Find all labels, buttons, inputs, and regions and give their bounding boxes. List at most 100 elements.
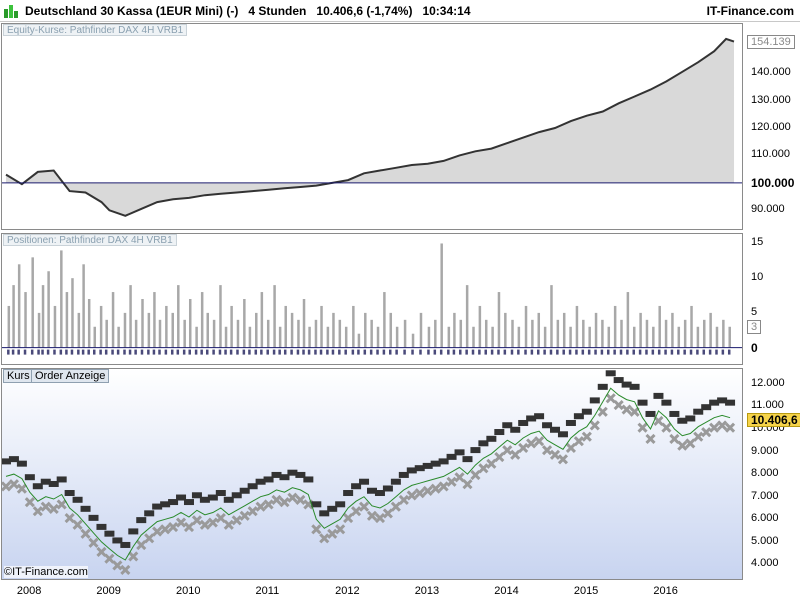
x-tick-label: 2008 (16, 585, 42, 597)
position-marker (721, 349, 725, 355)
position-bar (320, 305, 323, 348)
x-tick-label: 2015 (573, 585, 599, 597)
position-marker (164, 349, 168, 355)
position-bar (696, 326, 700, 348)
position-bar (556, 319, 560, 348)
position-bar (440, 243, 443, 348)
position-marker (581, 349, 585, 355)
position-marker (140, 349, 144, 355)
position-marker (696, 349, 699, 355)
position-marker (111, 349, 114, 355)
entry-marker (343, 490, 354, 497)
positions-title: Positionen: Pathfinder DAX 4H VRB1 (3, 234, 177, 246)
position-bar (12, 285, 15, 348)
position-marker (568, 349, 572, 355)
entry-marker (462, 456, 473, 463)
entry-marker (56, 476, 67, 483)
position-bar (183, 319, 186, 348)
position-marker (254, 349, 258, 355)
position-marker (338, 349, 341, 355)
position-marker (134, 349, 137, 355)
position-marker (689, 349, 693, 355)
position-marker (212, 349, 215, 355)
position-bar (569, 326, 572, 348)
position-marker (344, 349, 347, 355)
entry-marker (128, 528, 139, 535)
tab-kurs[interactable]: Kurs (3, 369, 34, 383)
equity-chart (2, 37, 742, 217)
position-marker (677, 349, 680, 355)
position-bar (427, 326, 431, 348)
price-chart (2, 369, 742, 579)
position-marker (478, 349, 481, 355)
position-bar (129, 285, 132, 348)
position-bar (87, 299, 91, 348)
position-marker (37, 349, 40, 355)
position-bar (31, 257, 34, 348)
x-tick-label: 2013 (414, 585, 440, 597)
tab-order-anzeige[interactable]: Order Anzeige (31, 369, 110, 383)
position-bar (111, 292, 115, 348)
position-bar (478, 305, 482, 348)
chart-app-icon (4, 4, 18, 18)
position-bar (511, 319, 514, 348)
price-panel[interactable]: Kurs Order Anzeige (1, 368, 743, 580)
position-marker (296, 349, 300, 355)
entry-marker (669, 410, 680, 417)
position-bar (47, 271, 50, 348)
position-marker (218, 349, 222, 355)
positions-panel[interactable]: Positionen: Pathfinder DAX 4H VRB1 (1, 233, 743, 365)
entry-marker (557, 431, 568, 438)
equity-y-axis: 90.000 100.000 110.000 120.000 130.000 140.00… (745, 23, 800, 230)
position-marker (116, 349, 120, 355)
x-axis: 2008 2009 2010 2011 2012 2013 2014 2015 2016 (0, 580, 800, 600)
position-bar (491, 326, 494, 348)
position-bar (255, 312, 258, 348)
position-bar (123, 312, 127, 348)
position-marker (562, 349, 565, 355)
position-marker (170, 349, 174, 355)
x-tick-label: 2011 (255, 585, 280, 597)
position-marker (613, 349, 616, 355)
entry-marker (24, 474, 35, 481)
position-bar (620, 319, 623, 348)
position-marker (683, 349, 686, 355)
position-marker (158, 349, 161, 355)
position-bar (465, 285, 469, 348)
equity-panel[interactable]: Equity-Kurse: Pathfinder DAX 4H VRB1 (1, 23, 743, 230)
position-marker (93, 349, 96, 355)
position-marker (600, 349, 604, 355)
position-marker (331, 349, 335, 355)
position-marker (351, 349, 355, 355)
position-marker (357, 349, 360, 355)
position-bar (147, 312, 151, 348)
position-marker (53, 349, 56, 355)
position-marker (382, 349, 386, 355)
position-marker (465, 349, 468, 355)
position-bar (447, 326, 451, 348)
entry-marker (589, 397, 600, 404)
position-bar (65, 292, 69, 348)
position-bar (504, 312, 507, 348)
x-tick-label: 2010 (175, 585, 201, 597)
position-marker (549, 349, 553, 355)
timeframe-label[interactable]: 4 Stunden (248, 4, 306, 18)
positions-last-value-flag: 3 (747, 319, 762, 334)
position-bar (531, 319, 534, 348)
position-marker (395, 349, 398, 355)
equity-title: Equity-Kurse: Pathfinder DAX 4H VRB1 (3, 24, 188, 36)
position-bar (236, 319, 240, 348)
position-marker (632, 349, 635, 355)
position-marker (543, 349, 546, 355)
position-marker (727, 349, 731, 355)
position-bar (389, 312, 393, 348)
price-last-value-flag: 10.406,6 (747, 412, 800, 427)
position-marker (363, 349, 367, 355)
entry-marker (454, 449, 465, 456)
position-bar (99, 305, 103, 348)
position-bar (219, 285, 222, 348)
entry-marker (120, 541, 131, 548)
entry-marker (510, 426, 521, 433)
equity-area (5, 38, 735, 216)
y-tick-label: 100.000 (751, 175, 795, 190)
